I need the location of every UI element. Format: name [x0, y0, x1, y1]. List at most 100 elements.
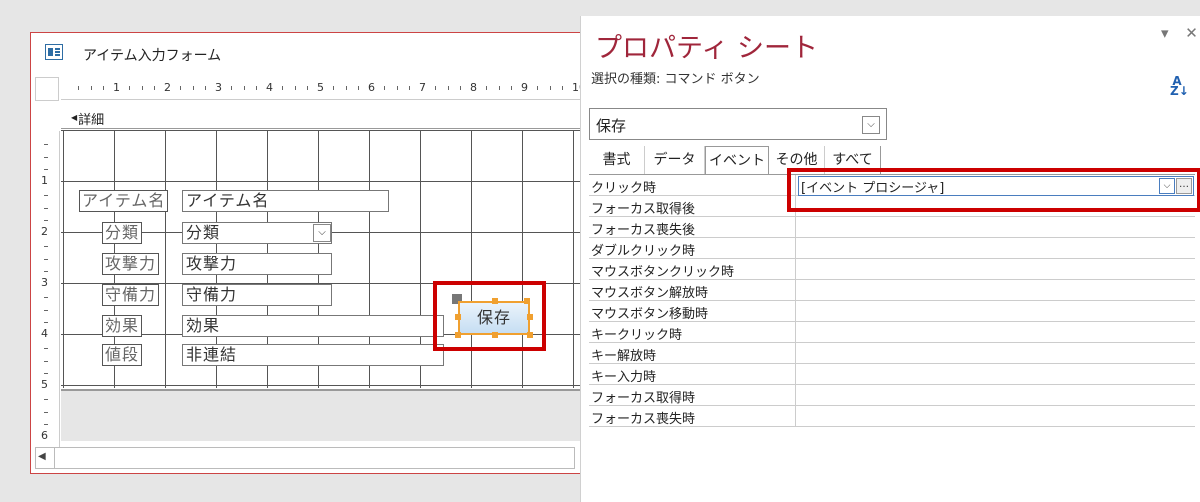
ruler-tick	[396, 86, 398, 90]
attack-label[interactable]: 攻撃力	[102, 253, 160, 275]
property-label: フォーカス取得後	[591, 202, 696, 217]
form-titlebar: アイテム入力フォーム	[31, 33, 584, 73]
property-row[interactable]: フォーカス喪失後	[589, 217, 1195, 238]
row-separator	[795, 217, 796, 237]
ruler-number: 2	[41, 225, 48, 238]
ruler-tick	[447, 86, 449, 90]
property-sheet-window-controls[interactable]: ▾ ✕	[1161, 24, 1200, 42]
property-row[interactable]: キー解放時	[589, 343, 1195, 364]
ruler-corner[interactable]	[35, 77, 59, 101]
property-row[interactable]: マウスボタン移動時	[589, 301, 1195, 322]
ruler-number: 3	[41, 276, 48, 289]
tab-event[interactable]: イベント	[705, 146, 769, 174]
ruler-tick	[498, 86, 500, 90]
property-sheet: プロパティ シート ▾ ✕ 選択の種類: コマンド ボタン A Z↓ 保存 ⌵ 書…	[580, 16, 1200, 502]
ruler-number: 2	[164, 81, 171, 94]
property-label: マウスボタン解放時	[591, 286, 709, 301]
category-dropdown-icon[interactable]: ⌵	[313, 224, 331, 242]
property-row[interactable]: キークリック時	[589, 322, 1195, 343]
ruler-tick	[44, 373, 48, 375]
ruler-tick	[90, 86, 92, 90]
attack-textbox[interactable]: 攻撃力	[182, 253, 332, 275]
ruler-tick	[44, 309, 48, 311]
row-separator	[795, 406, 796, 426]
horizontal-ruler[interactable]: 12345678910	[61, 77, 584, 100]
property-label: ダブルクリック時	[591, 244, 696, 259]
ruler-number: 6	[368, 81, 375, 94]
property-row[interactable]: キー入力時	[589, 364, 1195, 385]
detail-section-label: 詳細	[71, 109, 104, 128]
property-label: マウスボタンクリック時	[591, 265, 735, 280]
vertical-ruler[interactable]: 1 2 3 4 5 6	[35, 131, 60, 451]
ruler-number: 8	[470, 81, 477, 94]
property-label: マウスボタン移動時	[591, 307, 709, 322]
item-name-textbox[interactable]: アイテム名	[182, 190, 389, 212]
row-separator	[795, 343, 796, 363]
property-row[interactable]: マウスボタンクリック時	[589, 259, 1195, 280]
ruler-tick	[243, 86, 245, 90]
row-separator	[795, 301, 796, 321]
ruler-number: 5	[317, 81, 324, 94]
category-combobox[interactable]: 分類	[182, 222, 332, 244]
ruler-tick	[44, 398, 48, 400]
ruler-tick	[44, 194, 48, 196]
ruler-tick	[44, 245, 48, 247]
defense-textbox[interactable]: 守備力	[182, 284, 332, 306]
object-selector-value: 保存	[596, 117, 627, 135]
price-textbox[interactable]: 非連結	[182, 344, 444, 366]
ruler-tick	[383, 86, 385, 90]
property-row[interactable]: フォーカス喪失時	[589, 406, 1195, 427]
ruler-tick	[536, 86, 538, 90]
ruler-tick	[307, 86, 309, 90]
row-separator	[795, 280, 796, 300]
scroll-left-icon[interactable]: ◀	[38, 451, 46, 462]
ruler-tick	[358, 86, 360, 90]
ruler-tick	[44, 207, 48, 209]
ruler-tick	[103, 86, 105, 90]
effect-textbox[interactable]: 効果	[182, 315, 444, 337]
property-row[interactable]: フォーカス取得時	[589, 385, 1195, 406]
property-label: クリック時	[591, 181, 657, 196]
ruler-tick	[281, 86, 283, 90]
ruler-tick	[460, 86, 462, 90]
property-row[interactable]: マウスボタン解放時	[589, 280, 1195, 301]
tab-format[interactable]: 書式	[589, 146, 645, 174]
ruler-number: 3	[215, 81, 222, 94]
category-combobox-value: 分類	[186, 223, 221, 242]
tab-data[interactable]: データ	[645, 146, 705, 174]
ruler-tick	[294, 86, 296, 90]
item-name-label[interactable]: アイテム名	[79, 190, 169, 212]
ruler-tick	[332, 86, 334, 90]
form-title: アイテム入力フォーム	[83, 48, 222, 64]
ruler-tick	[562, 86, 564, 90]
ruler-tick	[434, 86, 436, 90]
ruler-tick	[154, 86, 156, 90]
property-row[interactable]: ダブルクリック時	[589, 238, 1195, 259]
ruler-tick	[141, 86, 143, 90]
ruler-tick	[485, 86, 487, 90]
ruler-number: 7	[419, 81, 426, 94]
ruler-tick	[409, 86, 411, 90]
ruler-tick	[44, 169, 48, 171]
sort-icon[interactable]: A Z↓	[1170, 75, 1189, 97]
property-grid: クリック時 [イベント プロシージャ] ⌵ … フォーカス取得後 フォーカス喪失…	[589, 174, 1195, 449]
row-separator	[795, 259, 796, 279]
ruler-number: 5	[41, 378, 48, 391]
effect-label[interactable]: 効果	[102, 315, 143, 337]
price-label[interactable]: 値段	[102, 344, 143, 366]
ruler-tick	[44, 220, 48, 222]
ruler-tick	[44, 322, 48, 324]
row-separator	[795, 364, 796, 384]
detail-section-bar[interactable]: 詳細	[61, 105, 584, 129]
ruler-tick	[192, 86, 194, 90]
defense-label[interactable]: 守備力	[102, 284, 160, 306]
category-label[interactable]: 分類	[102, 222, 143, 244]
property-label: キー入力時	[591, 370, 657, 385]
chevron-down-icon[interactable]: ⌵	[862, 116, 880, 134]
selection-type: 選択の種類: コマンド ボタン	[591, 72, 760, 87]
object-selector[interactable]: 保存 ⌵	[589, 108, 887, 140]
ruler-tick	[44, 156, 48, 158]
ruler-tick	[549, 86, 551, 90]
ruler-number: 1	[113, 81, 120, 94]
horizontal-scrollbar[interactable]: ◀	[35, 447, 575, 469]
